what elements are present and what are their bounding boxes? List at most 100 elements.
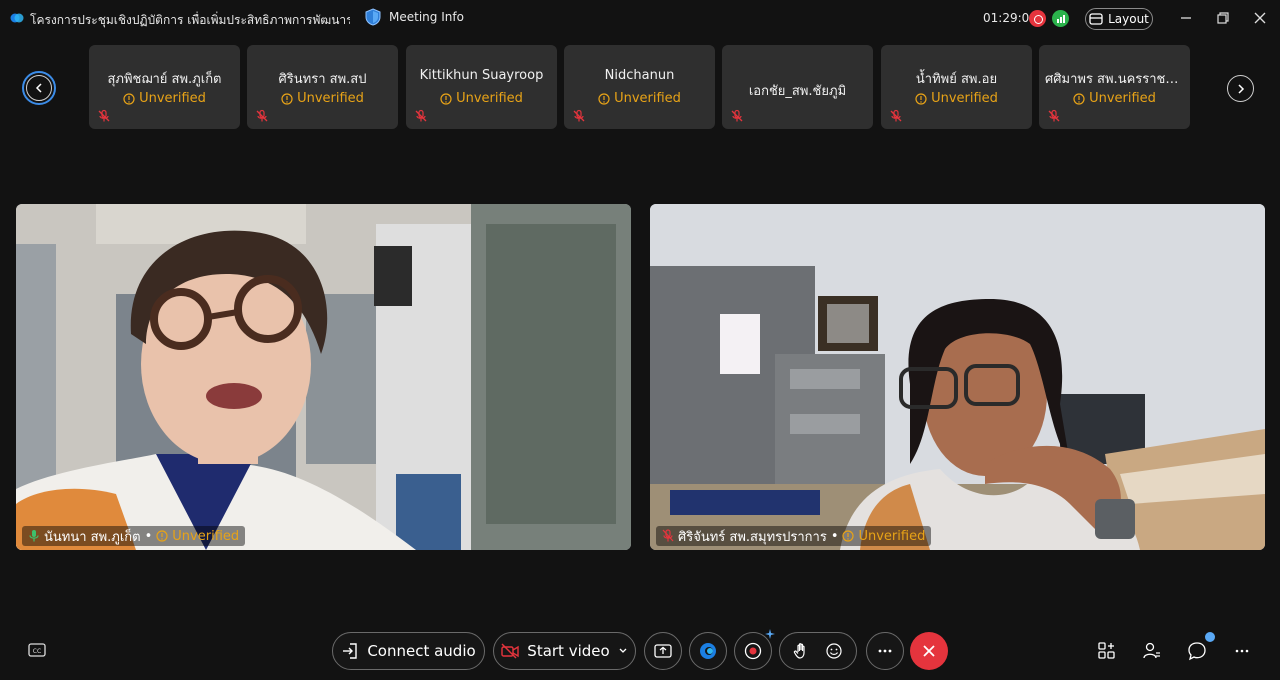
video-off-icon	[501, 643, 519, 659]
warning-icon	[156, 530, 168, 542]
chat-panel-button[interactable]	[1186, 640, 1208, 662]
webex-ai-icon	[700, 643, 716, 659]
meeting-info-button[interactable]: Meeting Info	[365, 8, 464, 26]
recording-icon[interactable]	[1029, 10, 1046, 27]
participant-name: ศิริจันทร์ สพ.สมุทรปราการ	[678, 529, 827, 545]
next-page-button[interactable]	[1227, 75, 1254, 102]
start-video-button[interactable]: Start video	[493, 632, 636, 670]
record-button[interactable]	[734, 629, 775, 670]
svg-text:CC: CC	[33, 648, 41, 655]
muted-mic-icon	[573, 109, 585, 122]
video-name-label: ศิริจันทร์ สพ.สมุทรปราการ • Unverified	[656, 526, 932, 546]
close-icon[interactable]	[1251, 9, 1269, 27]
signal-bars-icon	[1057, 15, 1065, 23]
muted-mic-icon	[415, 109, 427, 122]
muted-mic-icon	[890, 109, 902, 122]
participant-name: นันทนา สพ.ภูเก็ต	[44, 529, 141, 545]
chevron-down-icon[interactable]	[618, 646, 628, 656]
network-health-icon[interactable]	[1052, 10, 1069, 27]
participants-panel-button[interactable]	[1141, 640, 1163, 662]
video-tile-participant[interactable]: ศิริจันทร์ สพ.สมุทรปราการ • Unverified	[650, 204, 1265, 550]
verification-label: Unverified	[931, 91, 998, 106]
warning-icon	[915, 92, 927, 105]
muted-mic-icon	[1048, 109, 1060, 122]
verification-status: Unverified	[406, 91, 557, 106]
chat-icon	[1188, 642, 1206, 661]
warning-icon	[281, 92, 293, 105]
participant-name: Kittikhun Suayroop	[419, 68, 544, 83]
muted-mic-icon	[98, 109, 110, 122]
participant-tile[interactable]: Kittikhun Suayroop Unverified	[406, 45, 557, 129]
participant-strip: สุภพิชฌาย์ สพ.ภูเก็ต Unverified ศิรินทรา…	[0, 44, 1280, 130]
separator-dot: •	[144, 528, 153, 544]
meeting-info-label: Meeting Info	[389, 10, 464, 24]
connect-audio-icon	[343, 643, 358, 659]
meeting-controls: CC Connect audio Start video	[0, 626, 1280, 676]
muted-mic-icon	[731, 109, 743, 122]
participant-tile[interactable]: น้ำทิพย์ สพ.อย Unverified	[881, 45, 1032, 129]
muted-mic-icon	[256, 109, 268, 122]
video-feed-image	[16, 204, 631, 550]
participant-tile[interactable]: ศิรินทรา สพ.สป Unverified	[247, 45, 398, 129]
verification-status: Unverified	[1039, 91, 1190, 106]
warning-icon	[440, 92, 452, 105]
video-feed-image	[650, 204, 1265, 550]
chevron-right-icon	[1237, 83, 1244, 94]
layout-label: Layout	[1108, 12, 1149, 26]
participant-tile[interactable]: เอกชัย_สพ.ชัยภูมิ	[722, 45, 873, 129]
warning-icon	[598, 92, 610, 105]
participant-tile[interactable]: Nidchanun Unverified	[564, 45, 715, 129]
restore-icon[interactable]	[1214, 9, 1232, 27]
participant-name: ศศิมาพร สพ.นครราชสี...	[1045, 72, 1184, 87]
participant-tile[interactable]: ศศิมาพร สพ.นครราชสี... Unverified	[1039, 45, 1190, 129]
share-button[interactable]	[644, 632, 682, 670]
participant-name: ศิรินทรา สพ.สป	[278, 72, 367, 87]
verification-label: Unverified	[858, 528, 926, 544]
participant-name: เอกชัย_สพ.ชัยภูมิ	[748, 84, 847, 99]
layout-icon	[1089, 13, 1103, 25]
verification-status: Unverified	[881, 91, 1032, 106]
verification-label: Unverified	[1089, 91, 1156, 106]
participant-name: สุภพิชฌาย์ สพ.ภูเก็ต	[107, 72, 222, 87]
webex-logo-icon	[10, 13, 24, 23]
connect-audio-button[interactable]: Connect audio	[332, 632, 485, 670]
meeting-title: โครงการประชุมเชิงปฏิบัติการ เพื่อเพิ่มปร…	[30, 13, 350, 27]
connect-audio-label: Connect audio	[367, 642, 476, 660]
more-options-button[interactable]	[866, 632, 904, 670]
title-bar: โครงการประชุมเชิงปฏิบัติการ เพื่อเพิ่มปร…	[0, 0, 1280, 38]
warning-icon	[123, 92, 135, 105]
verification-label: Unverified	[456, 91, 523, 106]
verification-label: Unverified	[297, 91, 364, 106]
warning-icon	[842, 530, 855, 542]
raise-hand-icon[interactable]	[793, 642, 811, 660]
verification-status: Unverified	[564, 91, 715, 106]
closed-captions-icon[interactable]: CC	[27, 641, 47, 659]
previous-page-button[interactable]	[22, 71, 56, 105]
chevron-left-icon	[35, 83, 42, 93]
participant-tile[interactable]: สุภพิชฌาย์ สพ.ภูเก็ต Unverified	[89, 45, 240, 129]
warning-icon	[1073, 92, 1085, 105]
verification-label: Unverified	[139, 91, 206, 106]
participant-name: Nidchanun	[604, 68, 675, 83]
video-tile-speaker[interactable]: นันทนา สพ.ภูเก็ต • Unverified	[16, 204, 631, 550]
close-x-icon	[923, 645, 935, 657]
verification-label: Unverified	[614, 91, 681, 106]
reactions-button[interactable]	[779, 632, 857, 670]
more-panels-button[interactable]	[1231, 640, 1253, 662]
mic-active-icon	[29, 530, 39, 542]
shield-icon	[365, 8, 381, 26]
apps-panel-button[interactable]	[1096, 640, 1118, 662]
participant-name: น้ำทิพย์ สพ.อย	[915, 72, 998, 87]
leave-meeting-button[interactable]	[910, 632, 948, 670]
minimize-icon[interactable]	[1177, 9, 1195, 27]
layout-button[interactable]: Layout	[1085, 8, 1153, 30]
apps-grid-icon	[1098, 642, 1115, 659]
start-video-label: Start video	[527, 642, 610, 660]
apps-button[interactable]	[689, 632, 727, 670]
record-icon	[744, 642, 762, 660]
ellipsis-icon	[878, 649, 892, 653]
participants-icon	[1143, 642, 1160, 659]
emoji-reaction-icon[interactable]	[825, 642, 843, 660]
chat-notification-badge	[1205, 632, 1215, 642]
share-screen-icon	[654, 644, 672, 658]
